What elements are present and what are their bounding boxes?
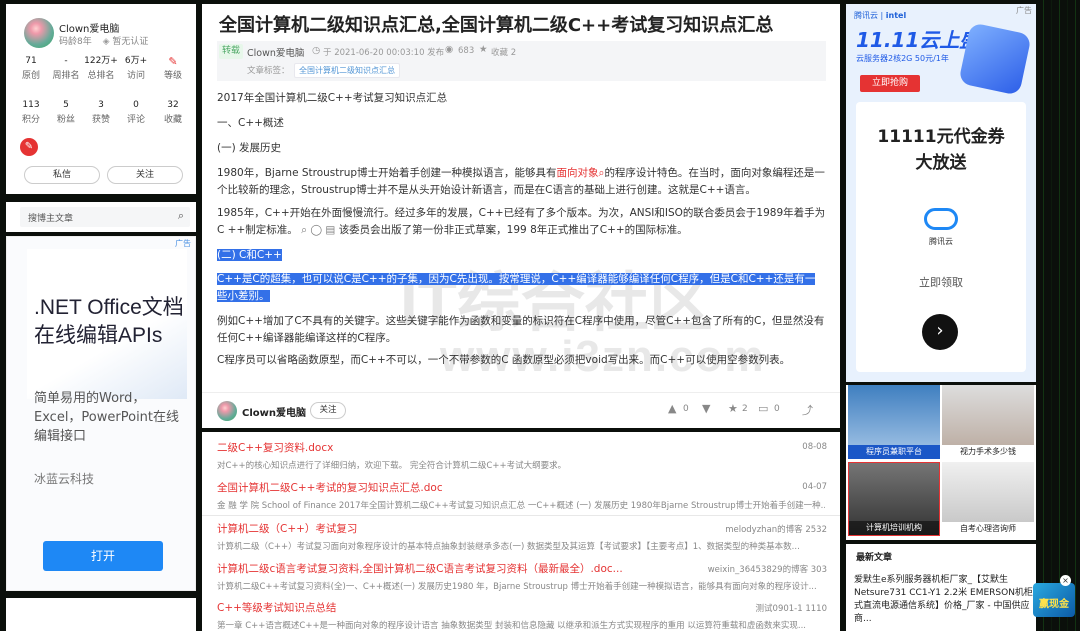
thumb-item[interactable]: 自考心理咨询师 xyxy=(942,462,1034,536)
stat-fans[interactable]: 5 粉丝 xyxy=(49,98,83,128)
stat-level[interactable]: ✎ 等级 xyxy=(156,54,190,84)
stat-total-rank[interactable]: 122万+ 总排名 xyxy=(84,54,118,84)
badge-icon[interactable]: ✎ xyxy=(20,138,38,156)
ad-label: 广告 xyxy=(175,239,191,248)
thumb-grid: 程序员兼职平台 视力手术多少钱 计算机培训机构 自考心理咨询师 xyxy=(846,385,1036,540)
search-icon[interactable]: ⌕ xyxy=(178,209,184,223)
stat-favorites: 32 收藏 xyxy=(163,100,182,125)
claim-link[interactable]: 立即领取 xyxy=(886,274,996,290)
coupon-card[interactable]: 11111元代金券大放送 腾讯云 立即领取 › xyxy=(856,102,1026,372)
article-meta: 转载 Clown爱电脑 ◷ 于 2021-06-20 00:03:10 发布 ◉… xyxy=(217,41,826,81)
para-4: 1980年，Bjarne Stroustrup博士开始着手创建一种模拟语言，能够… xyxy=(217,167,825,196)
chip-icon xyxy=(958,22,1032,96)
para-1: 2017年全国计算机二级C++考试复习知识点汇总 xyxy=(217,92,448,104)
star-icon[interactable]: ★ xyxy=(479,44,488,55)
profile-name[interactable]: Clown爱电脑 xyxy=(59,20,119,35)
list-item[interactable]: 二级C++复习资料.docx 对C++的核心知识点进行了详细归纳，欢迎下载。 完… xyxy=(217,440,827,477)
para-2: 一、C++概述 xyxy=(217,117,284,129)
arrow-right-icon[interactable]: › xyxy=(922,314,958,350)
divider xyxy=(202,515,840,516)
page-title: 全国计算机二级知识点汇总,全国计算机二级C++考试复习知识点汇总 xyxy=(219,15,774,36)
list-item[interactable]: 计算机二级（C++）考试复习 计算机二级（C++）考试复习面向对象程序设计的基本… xyxy=(217,521,827,558)
stat-visits[interactable]: 6万+ 访问 xyxy=(119,54,153,84)
comment-icon[interactable]: ▭ xyxy=(758,402,768,415)
favorite-count[interactable]: 收藏 2 xyxy=(491,46,516,58)
like-count: 0 xyxy=(683,404,689,414)
page-background xyxy=(1036,0,1080,631)
message-button[interactable]: 私信 xyxy=(24,166,100,184)
thumb-item[interactable]: 视力手术多少钱 xyxy=(942,385,1034,459)
cloud-brand: 腾讯云 xyxy=(929,237,953,246)
promo-subtitle: 云服务器2核2G 50元/1年 xyxy=(856,54,949,63)
thumb-item[interactable]: 计算机培训机构 xyxy=(848,462,940,536)
article-tag[interactable]: 全国计算机二级知识点汇总 xyxy=(294,63,400,78)
thumb-item[interactable]: 程序员兼职平台 xyxy=(848,385,940,459)
para-5: 1985年，C++开始在外面慢慢流行。经过多年的发展，C++已经有了多个版本。为… xyxy=(217,207,826,236)
comment-count: 0 xyxy=(774,404,780,414)
search-input[interactable]: 搜博主文章 ⌕ xyxy=(20,207,190,227)
ad-company: 冰蓝云科技 xyxy=(34,472,95,486)
profile-meta: 码龄8年 ◈ 暂无认证 xyxy=(59,34,148,47)
stat-likes: 3 获赞 xyxy=(91,100,110,125)
ad-title: .NET Office文档在线编辑APIs xyxy=(34,296,184,347)
list-item[interactable]: 全国计算机二级C++考试的复习知识点汇总.doc 金 融 学 院 School … xyxy=(217,480,827,517)
share-icon[interactable]: ⤴ xyxy=(802,402,813,418)
eye-icon: ◉ xyxy=(445,44,454,55)
shield-icon: ◈ xyxy=(102,37,110,47)
follow-button[interactable]: 关注 xyxy=(107,166,183,184)
stat-comments: 0 评论 xyxy=(126,100,145,125)
stat-original[interactable]: 71 原创 xyxy=(14,54,48,84)
article-author[interactable]: Clown爱电脑 xyxy=(247,45,304,59)
list-item[interactable]: C++等级考试知识点总结 第一章 C++语言概述C++是一种面向对象的程序设计语… xyxy=(217,600,827,631)
tags-label: 文章标签： xyxy=(247,66,290,76)
float-ad-label: 赢现金 xyxy=(1039,599,1069,610)
avatar[interactable] xyxy=(24,18,54,48)
cloud-icon xyxy=(924,208,958,230)
footer-author[interactable]: Clown爱电脑 xyxy=(242,404,306,419)
list-item[interactable]: 计算机二级c语言考试复习资料,全国计算机二级C语言考试复习资料（最新最全）.do… xyxy=(217,561,827,598)
para-8: 例如C++增加了C不具有的关键字。这些关键字能作为函数和变量的标识符在C程序中使… xyxy=(217,315,825,344)
right-ad[interactable]: 广告 腾讯云 | intel 11.11云上盛惠 云服务器2核2G 50元/1年… xyxy=(846,4,1036,382)
level-icon: ✎ xyxy=(168,55,178,68)
footer-follow-button[interactable]: 关注 xyxy=(310,402,346,419)
stat-week-rank[interactable]: - 周排名 xyxy=(49,54,83,84)
like-icon[interactable]: ▲ xyxy=(668,402,676,415)
dislike-icon[interactable]: ▼ xyxy=(702,402,710,415)
publish-date: 于 2021-06-20 00:03:10 发布 xyxy=(323,48,445,58)
ad-subtitle: 简单易用的Word，Excel，PowerPoint在线编辑接口 xyxy=(34,391,180,444)
promo-buy-button[interactable]: 立即抢购 xyxy=(860,75,920,92)
footer-avatar[interactable] xyxy=(217,401,237,421)
latest-item[interactable]: 爱默生e系列服务器机柜厂家_【艾默生Netsure731 CC1-Y1 2.2米… xyxy=(854,574,1034,626)
share-count: 2 xyxy=(742,404,748,414)
ad-label: 广告 xyxy=(1016,6,1032,15)
coupon-title: 11111元代金券大放送 xyxy=(877,127,1005,173)
view-count: 683 xyxy=(458,46,475,56)
stat-points: 113 积分 xyxy=(21,100,40,125)
clock-icon: ◷ xyxy=(312,45,321,56)
para-6: (二) C和C++ xyxy=(217,249,282,261)
repost-badge: 转载 xyxy=(219,44,244,59)
close-icon[interactable]: × xyxy=(1060,575,1071,586)
blog-search: 搜博主文章 ⌕ xyxy=(6,202,196,232)
favorite-icon[interactable]: ★ xyxy=(728,402,738,415)
latest-articles: 最新文章 爱默生e系列服务器机柜厂家_【艾默生Netsure731 CC1-Y1… xyxy=(846,544,1036,631)
para-7: C++是C的超集，也可以说C是C++的子集，因为C先出现。按常理说，C++编译器… xyxy=(217,273,816,302)
keyword-link[interactable]: 面向对象 xyxy=(557,167,599,179)
article-toolbar: Clown爱电脑 关注 ▲ 0 ▼ ★ 2 ▭ 0 ⤴ xyxy=(202,392,840,428)
cert-status: 暂无认证 xyxy=(112,37,149,47)
profile-card: Clown爱电脑 码龄8年 ◈ 暂无认证 71 原创 - 周排名 122万+ 总排名 … xyxy=(6,4,196,194)
tencent-cloud-logo: 腾讯云 | intel xyxy=(854,11,907,20)
latest-heading: 最新文章 xyxy=(856,553,893,563)
para-3: (一) 发展历史 xyxy=(217,142,282,154)
code-age: 码龄8年 xyxy=(59,37,92,47)
left-ad[interactable]: 广告 .NET Office文档在线编辑APIs 简单易用的Word，Excel… xyxy=(6,236,196,591)
para-9: C程序员可以省略函数原型，而C++不可以，一个不带参数的C 函数原型必须把voi… xyxy=(217,354,791,366)
float-ad[interactable]: 赢现金 xyxy=(1033,583,1075,617)
ad-open-button[interactable]: 打开 xyxy=(43,541,163,571)
left-panel-bottom xyxy=(6,598,196,631)
copy-icon[interactable]: ⌕ ◯ ▤ xyxy=(301,224,335,236)
